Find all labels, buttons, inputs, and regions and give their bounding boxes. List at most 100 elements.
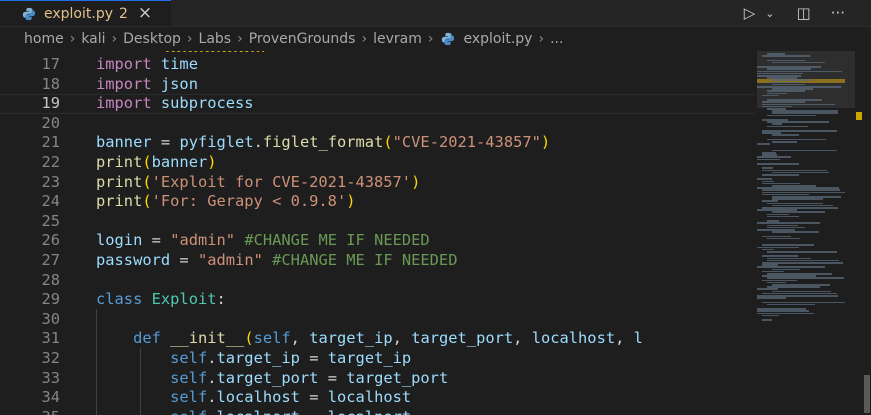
breadcrumb-item[interactable]: kali — [81, 31, 105, 47]
chevron-right-icon: › — [69, 31, 76, 47]
line-code: banner = pyfiglet.figlet_format("CVE-202… — [96, 133, 551, 152]
minimap-line — [757, 158, 781, 161]
line-code: print('For: Gerapy < 0.9.8') — [96, 192, 356, 211]
run-icon[interactable]: ▷ — [744, 5, 756, 21]
code-line[interactable]: 28 — [0, 271, 755, 291]
breadcrumb-item[interactable]: home — [24, 31, 64, 47]
line-number: 24 — [41, 192, 60, 211]
minimap-line — [762, 94, 779, 97]
line-number: 21 — [41, 133, 60, 152]
minimap-line — [772, 141, 797, 143]
line-number: 29 — [41, 290, 60, 309]
line-code: import subprocess — [96, 94, 254, 113]
python-icon — [22, 7, 36, 20]
scrollbar-thumb[interactable] — [864, 375, 870, 413]
line-number: 34 — [41, 388, 60, 407]
line-code: def __init__(self, target_ip, target_por… — [133, 329, 643, 348]
line-number: 17 — [41, 55, 60, 73]
tab-exploit-py[interactable]: exploit.py 2 × — [0, 0, 171, 26]
chevron-right-icon: › — [237, 31, 243, 47]
code-line[interactable]: 18 import json — [0, 75, 755, 95]
line-code: password = "admin" #CHANGE ME IF NEEDED — [96, 251, 458, 269]
breadcrumb-file[interactable]: exploit.py — [463, 31, 532, 47]
code-line[interactable]: 20 — [0, 114, 755, 134]
problems-count-badge: 2 — [119, 5, 128, 22]
code-line[interactable]: 24 print('For: Gerapy < 0.9.8') — [0, 192, 755, 212]
code-line[interactable]: 23 print('Exploit for CVE-2021-43857') — [0, 173, 755, 193]
vertical-scrollbar[interactable] — [862, 51, 871, 415]
line-number: 19 — [41, 94, 60, 113]
line-number: 26 — [41, 231, 60, 250]
more-actions-icon[interactable]: ··· — [831, 5, 845, 21]
line-number: 20 — [41, 113, 60, 132]
chevron-right-icon: › — [111, 31, 118, 47]
line-code: class Exploit: — [96, 290, 226, 309]
python-icon — [442, 32, 455, 46]
breadcrumb-item[interactable]: ProvenGrounds — [249, 31, 356, 47]
breadcrumb-item[interactable]: Labs — [199, 31, 232, 47]
line-code: self.localhost = localhost — [170, 388, 412, 407]
code-line[interactable]: 33 self.target_port = target_port — [0, 369, 755, 389]
line-number: 35 — [0, 408, 60, 415]
close-icon[interactable]: × — [138, 5, 152, 22]
breadcrumb: home › kali › Desktop › Labs › ProvenGrounds… — [0, 27, 871, 51]
minimap-line — [762, 55, 810, 57]
line-code: login = "admin" #CHANGE ME IF NEEDED — [96, 231, 430, 250]
breadcrumb-item[interactable]: Desktop — [123, 31, 181, 47]
minimap-line — [757, 297, 787, 299]
code-line[interactable]: 34 self.localhost = localhost — [0, 388, 755, 408]
code-line[interactable]: 19 import subprocess — [0, 94, 755, 114]
warning-squiggle — [164, 51, 264, 52]
chevron-right-icon: › — [186, 31, 193, 47]
tab-bar: exploit.py 2 × ▷ ⌄ ◫ ··· — [0, 0, 871, 27]
line-number: 33 — [41, 368, 60, 387]
minimap-line — [762, 314, 779, 317]
line-code: self.localport = localport — [96, 408, 411, 415]
breadcrumb-symbols[interactable]: ... — [550, 31, 563, 47]
code-line[interactable]: 35 self.localport = localport — [0, 408, 755, 415]
line-code: import time — [96, 55, 198, 73]
minimap-line — [762, 174, 799, 176]
code-line[interactable]: 31 def __init__(self, target_ip, target_… — [0, 329, 755, 349]
chevron-right-icon: › — [538, 31, 545, 47]
chevron-down-icon[interactable]: ⌄ — [765, 8, 774, 19]
code-line[interactable]: 32 self.target_ip = target_ip — [0, 349, 755, 369]
minimap-line — [767, 215, 800, 218]
tab-label: exploit.py — [44, 5, 113, 22]
minimap-line — [772, 61, 825, 64]
minimap-line — [772, 231, 819, 233]
code-line[interactable]: 17 import time — [0, 55, 755, 75]
minimap-line — [772, 134, 800, 136]
line-number: 22 — [41, 153, 60, 171]
minimap[interactable] — [757, 51, 855, 415]
minimap-line — [757, 163, 800, 165]
line-number: 25 — [41, 211, 60, 230]
code-line[interactable]: 22 print(banner) — [0, 153, 755, 173]
line-code: self.target_ip = target_ip — [170, 349, 412, 367]
chevron-right-icon: › — [427, 31, 434, 47]
line-code: import json — [96, 74, 198, 93]
line-number: 23 — [41, 172, 60, 191]
minimap-line — [772, 198, 824, 200]
code-line[interactable]: 26 login = "admin" #CHANGE ME IF NEEDED — [0, 231, 755, 251]
code-line[interactable]: 27 password = "admin" #CHANGE ME IF NEEDE… — [0, 251, 755, 271]
line-number: 31 — [41, 329, 60, 348]
breadcrumb-item[interactable]: levram — [373, 31, 422, 47]
chevron-right-icon: › — [361, 31, 368, 47]
line-code: print(banner) — [96, 153, 217, 171]
minimap-line — [767, 303, 815, 306]
minimap-line — [762, 319, 773, 321]
code-line[interactable]: 21 banner = pyfiglet.figlet_format("CVE-2… — [0, 133, 755, 153]
line-code: self.target_port = target_port — [170, 368, 449, 387]
split-editor-icon[interactable]: ◫ — [797, 5, 811, 21]
line-code: print('Exploit for CVE-2021-43857') — [96, 172, 421, 191]
code-editor[interactable]: 17 import time 18 import json 19 import subpr… — [0, 51, 755, 415]
minimap-line — [767, 251, 837, 253]
minimap-line — [757, 143, 770, 145]
code-line[interactable]: 29 class Exploit: — [0, 290, 755, 310]
minimap-line — [772, 149, 837, 152]
code-line[interactable]: 25 — [0, 212, 755, 232]
code-line[interactable]: 30 — [0, 310, 755, 330]
line-number: 28 — [41, 270, 60, 289]
minimap-line — [767, 125, 808, 128]
